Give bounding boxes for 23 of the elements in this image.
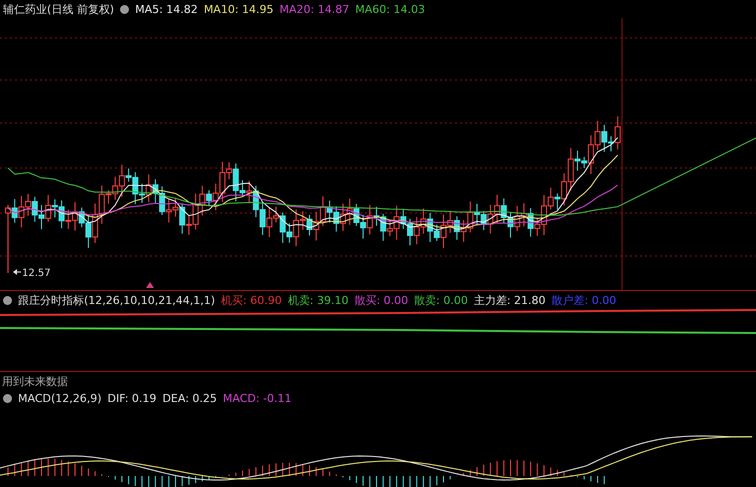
- indicator-value: 机卖: 39.10: [288, 292, 348, 308]
- note-text: 用到未来数据: [2, 374, 68, 388]
- indicator-value: DEA: 0.25: [162, 392, 217, 404]
- indicator-value: 散户差: 0.00: [552, 292, 616, 308]
- low-price-label: 12.57: [22, 268, 51, 279]
- indicator-value: 机买: 60.90: [221, 292, 282, 308]
- indicator-value: DIF: 0.19: [108, 392, 156, 404]
- indicator-value: MACD: -0.11: [222, 392, 292, 404]
- indicator-value: MA20: 14.87: [280, 2, 350, 16]
- chart-title: 辅仁药业(日线 前复权): [3, 2, 114, 16]
- arrow-icon: [13, 269, 22, 275]
- circle-icon[interactable]: [3, 296, 12, 304]
- indicator-value: MA5: 14.82: [135, 2, 198, 16]
- indicator-value: 散卖: 0.00: [414, 292, 468, 308]
- indicator-value: 散买: 0.00: [354, 292, 408, 308]
- indicator-value: MA60: 14.03: [355, 2, 425, 16]
- circle-icon[interactable]: [120, 4, 130, 14]
- triangle-icon: [146, 282, 154, 288]
- indicator-title: 跟庄分时指标(12,26,10,10,21,44,1,1): [18, 292, 216, 308]
- indicator-value: MA10: 14.95: [204, 2, 274, 16]
- circle-icon[interactable]: [3, 394, 12, 402]
- indicator-value: 主力差: 21.80: [474, 292, 546, 308]
- indicator-title: MACD(12,26,9): [18, 392, 102, 404]
